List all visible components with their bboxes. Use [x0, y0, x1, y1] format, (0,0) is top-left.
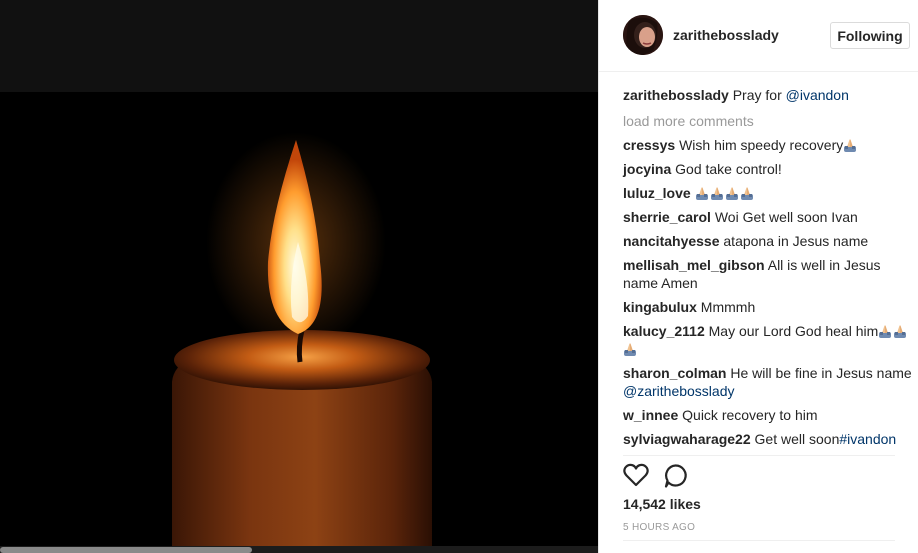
- comment-username[interactable]: kalucy_2112: [623, 323, 705, 339]
- comment-username[interactable]: mellisah_mel_gibson: [623, 257, 765, 273]
- comment-username[interactable]: nancitahyesse: [623, 233, 720, 249]
- likes-count[interactable]: 14,542 likes: [623, 496, 701, 512]
- post-side-panel: zarithebosslady Following zarithebosslad…: [598, 0, 918, 553]
- comment-username[interactable]: sharon_colman: [623, 365, 726, 381]
- heart-icon[interactable]: [623, 463, 649, 492]
- comment-username[interactable]: cressys: [623, 137, 675, 153]
- comment-item: mellisah_mel_gibson All is well in Jesus…: [623, 256, 913, 292]
- candle-photo: [0, 92, 598, 546]
- comment-mention[interactable]: @zarithebosslady: [623, 383, 735, 399]
- comment-item: jocyina God take control!: [623, 160, 913, 178]
- comment-text: God take control!: [675, 161, 782, 177]
- media-scrollbar[interactable]: [0, 547, 252, 553]
- post-media[interactable]: [0, 0, 598, 553]
- comment-username[interactable]: jocyina: [623, 161, 671, 177]
- comment-text: Woi Get well soon Ivan: [714, 209, 858, 225]
- comment-text: May our Lord God heal him: [708, 323, 879, 339]
- praying-hands-emoji-icon: [740, 186, 754, 200]
- comment-username[interactable]: w_innee: [623, 407, 678, 423]
- comment-text: Quick recovery to him: [682, 407, 818, 423]
- comment-item: cressys Wish him speedy recovery: [623, 136, 913, 154]
- post-owner-username[interactable]: zarithebosslady: [673, 27, 779, 43]
- caption: zarithebosslady Pray for @ivandon: [623, 86, 913, 104]
- post-timestamp[interactable]: 5 HOURS AGO: [623, 522, 695, 533]
- comment-username[interactable]: sherrie_carol: [623, 209, 711, 225]
- avatar-image: [623, 15, 663, 55]
- comment-text: Get well soon: [754, 431, 840, 447]
- comment-item: sharon_colman He will be fine in Jesus n…: [623, 364, 913, 400]
- praying-hands-emoji-icon: [878, 324, 892, 338]
- comments-list: zarithebosslady Pray for @ivandon load m…: [623, 86, 913, 454]
- comment-item: kingabulux Mmmmh: [623, 298, 913, 316]
- comment-item: luluz_love: [623, 184, 913, 202]
- comment-text: Mmmmh: [700, 299, 756, 315]
- actions-divider: [623, 455, 895, 456]
- comment-username[interactable]: kingabulux: [623, 299, 697, 315]
- caption-mention[interactable]: @ivandon: [786, 87, 849, 103]
- praying-hands-emoji-icon: [725, 186, 739, 200]
- comment-item: kalucy_2112 May our Lord God heal him: [623, 322, 913, 358]
- caption-text: Pray for: [732, 87, 786, 103]
- comment-text: He will be fine in Jesus name: [730, 365, 912, 381]
- comment-icon[interactable]: [663, 463, 689, 494]
- comment-item: nancitahyesse atapona in Jesus name: [623, 232, 913, 250]
- comment-mention[interactable]: #ivandon: [839, 431, 896, 447]
- avatar[interactable]: [623, 15, 663, 55]
- bottom-divider: [623, 540, 895, 541]
- comment-username[interactable]: luluz_love: [623, 185, 691, 201]
- load-more-comments-link[interactable]: load more comments: [623, 112, 913, 130]
- comment-username[interactable]: sylviagwaharage22: [623, 431, 751, 447]
- comment-item: sylviagwaharage22 Get well soon#ivandon: [623, 430, 913, 448]
- praying-hands-emoji-icon: [695, 186, 709, 200]
- comment-text: atapona in Jesus name: [723, 233, 869, 249]
- praying-hands-emoji-icon: [843, 138, 857, 152]
- comment-item: sherrie_carol Woi Get well soon Ivan: [623, 208, 913, 226]
- post-header: zarithebosslady Following: [599, 0, 918, 72]
- media-top-band: [0, 0, 598, 92]
- caption-username[interactable]: zarithebosslady: [623, 87, 729, 103]
- praying-hands-emoji-icon: [623, 342, 637, 356]
- praying-hands-emoji-icon: [893, 324, 907, 338]
- comment-item: w_innee Quick recovery to him: [623, 406, 913, 424]
- following-button[interactable]: Following: [830, 22, 910, 49]
- praying-hands-emoji-icon: [710, 186, 724, 200]
- comment-text: Wish him speedy recovery: [679, 137, 844, 153]
- comment-container: cressys Wish him speedy recovery jocyina …: [623, 136, 913, 448]
